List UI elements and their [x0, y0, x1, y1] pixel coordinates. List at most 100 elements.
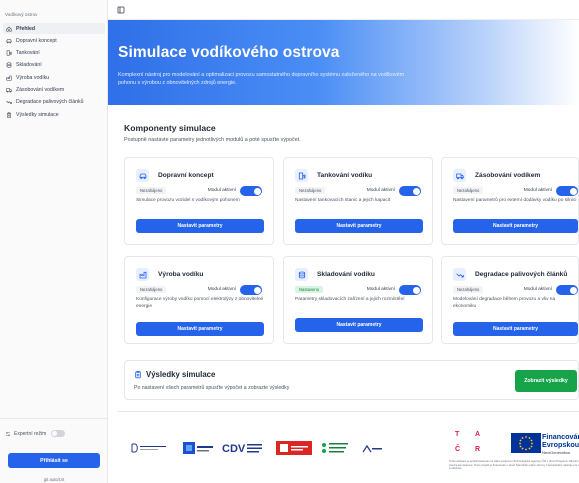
truck-icon [6, 88, 12, 93]
card-description: Nastavení parametrů pro externí dodávky … [453, 198, 577, 203]
partner-logo-5 [320, 441, 350, 457]
sidebar-item-label: Tankování [16, 50, 40, 57]
car-icon [6, 39, 12, 44]
set-parameters-button[interactable]: Nastavit parametry [295, 219, 423, 233]
status-badge: Nastaveno [295, 286, 324, 293]
card-description: Konfigurace výroby vodíku pomocí elektro… [136, 297, 264, 309]
module-active-toggle[interactable] [399, 285, 421, 295]
status-badge: Nezahájeno [136, 187, 167, 194]
card-title: Výroba vodíku [158, 271, 204, 278]
partner-logo-1 [130, 442, 170, 454]
module-active-toggle[interactable] [240, 186, 262, 196]
set-parameters-button[interactable]: Nastavit parametry [453, 219, 578, 233]
section-title: Komponenty simulace [124, 123, 216, 133]
module-active-label: Modul aktivní [207, 188, 236, 193]
sidebar-item-prehled[interactable]: Přehled [3, 23, 105, 34]
card-zasobovani-vodikem: Zásobování vodíkem Nezahájeno Modul akti… [441, 157, 579, 245]
database-icon [295, 268, 308, 281]
database-icon [6, 62, 12, 68]
sidebar-item-label: Skladování [16, 62, 42, 69]
sidebar-item-skladovani[interactable]: Skladování [3, 60, 105, 71]
module-active-label: Modul aktivní [366, 188, 395, 193]
expert-mode-toggle[interactable]: Expertní režim [5, 430, 66, 437]
card-title: Skladování vodíku [317, 271, 375, 278]
topbar [108, 0, 579, 20]
card-title: Tankování vodíku [317, 172, 373, 179]
card-description: Parametry skladovacích zařízení a jejich… [295, 297, 405, 302]
section-subtitle: Postupně nastavte parametry jednotlivých… [124, 137, 301, 143]
truck-icon [453, 169, 466, 182]
expert-mode-label: Expertní režim [14, 430, 47, 437]
sidebar-item-zasobovani-vodikem[interactable]: Zásobování vodíkem [3, 84, 105, 95]
partner-logo-6 [362, 444, 384, 454]
results-card: Výsledky simulace Po nastavení všech par… [124, 360, 579, 400]
partner-logo-4 [276, 441, 312, 455]
card-vyroba-vodiku: Výroba vodíku Nezahájeno Modul aktivní K… [124, 256, 274, 344]
user-text: git auto/1st [43, 477, 65, 482]
set-parameters-button[interactable]: Nastavit parametry [136, 322, 264, 336]
partner-logo-2 [183, 441, 217, 455]
status-badge: Nezahájeno [453, 286, 484, 293]
status-badge: Nezahájeno [453, 187, 484, 194]
sidebar-item-vysledky[interactable]: Výsledky simulace [3, 109, 105, 120]
module-active-toggle[interactable] [556, 186, 578, 196]
fuel-icon [6, 50, 12, 56]
eu-title-line-2: Evropskou u [542, 440, 579, 449]
sliders-icon [6, 431, 10, 436]
sidebar-title: Vodíkový ostrov [5, 12, 38, 17]
status-badge: Nezahájeno [295, 187, 326, 194]
page-title: Simulace vodíkového ostrova [118, 44, 340, 61]
sidebar: Vodíkový ostrov Přehled Dopravní koncept… [0, 0, 108, 483]
module-active-label: Modul aktivní [523, 188, 552, 193]
card-skladovani-vodiku: Skladování vodíku Nastaveno Modul aktivn… [283, 256, 433, 344]
card-description: Nastavení tankovacích stanic a jejich ka… [295, 198, 391, 203]
set-parameters-button[interactable]: Nastavit parametry [295, 318, 423, 332]
sidebar-nav: Přehled Dopravní koncept Tankování Sklad… [3, 23, 105, 121]
home-icon [6, 26, 12, 32]
svg-text:CDV: CDV [222, 443, 246, 455]
hero-banner: Simulace vodíkového ostrova Komplexní ná… [108, 20, 579, 105]
sidebar-item-label: Dopravní koncept [16, 37, 57, 44]
footer-divider [118, 411, 579, 412]
card-title: Degradace palivových článků [475, 271, 568, 278]
funding-note: Tento software je spolufinancován se stá… [449, 460, 579, 471]
module-active-label: Modul aktivní [207, 287, 236, 292]
factory-icon [6, 75, 12, 81]
sidebar-item-label: Přehled [16, 25, 36, 32]
sidebar-item-dopravni-koncept[interactable]: Dopravní koncept [3, 35, 105, 46]
trending-down-icon [6, 101, 12, 105]
eu-stars-icon [519, 436, 533, 451]
results-description: Po nastavení všech parametrů spusťte výp… [134, 385, 290, 391]
set-parameters-button[interactable]: Nastavit parametry [136, 219, 264, 233]
factory-icon [136, 268, 149, 281]
clipboard-icon [6, 112, 12, 118]
module-active-toggle[interactable] [240, 285, 262, 295]
eu-funding-text: Financováno Evropskou u [542, 433, 579, 449]
results-title: Výsledky simulace [146, 370, 216, 379]
module-active-toggle[interactable] [399, 186, 421, 196]
card-description: Modelování degradace během provozu a vli… [453, 297, 556, 309]
module-active-toggle[interactable] [556, 285, 578, 295]
card-title: Dopravní koncept [158, 172, 214, 179]
module-active-label: Modul aktivní [366, 287, 395, 292]
status-badge: Nezahájeno [136, 286, 167, 293]
sidebar-item-label: Výsledky simulace [16, 111, 59, 118]
ta-letter: Č [455, 446, 461, 453]
set-parameters-button[interactable]: Nastavit parametry [453, 322, 578, 336]
fuel-icon [295, 169, 308, 182]
sidebar-item-degradace[interactable]: Degradace palivových článků [3, 97, 105, 108]
ta-letter: T [455, 431, 460, 438]
sidebar-toggle-icon[interactable] [117, 6, 125, 14]
sidebar-item-label: Degradace palivových článků [16, 99, 84, 106]
login-button[interactable]: Přihlásit se [8, 453, 100, 468]
sidebar-item-tankovani[interactable]: Tankování [3, 48, 105, 59]
ta-letter: R [475, 446, 481, 453]
sidebar-item-vyroba-vodiku[interactable]: Výroba vodíku [3, 72, 105, 83]
expert-mode-switch[interactable] [51, 430, 66, 437]
sidebar-item-label: Zásobování vodíkem [16, 86, 65, 93]
card-dopravni-koncept: Dopravní koncept Nezahájeno Modul aktivn… [124, 157, 274, 245]
show-results-button[interactable]: Zobrazit výsledky [515, 370, 577, 392]
clipboard-icon [135, 371, 141, 379]
eu-flag [511, 433, 541, 453]
module-active-label: Modul aktivní [523, 287, 552, 292]
